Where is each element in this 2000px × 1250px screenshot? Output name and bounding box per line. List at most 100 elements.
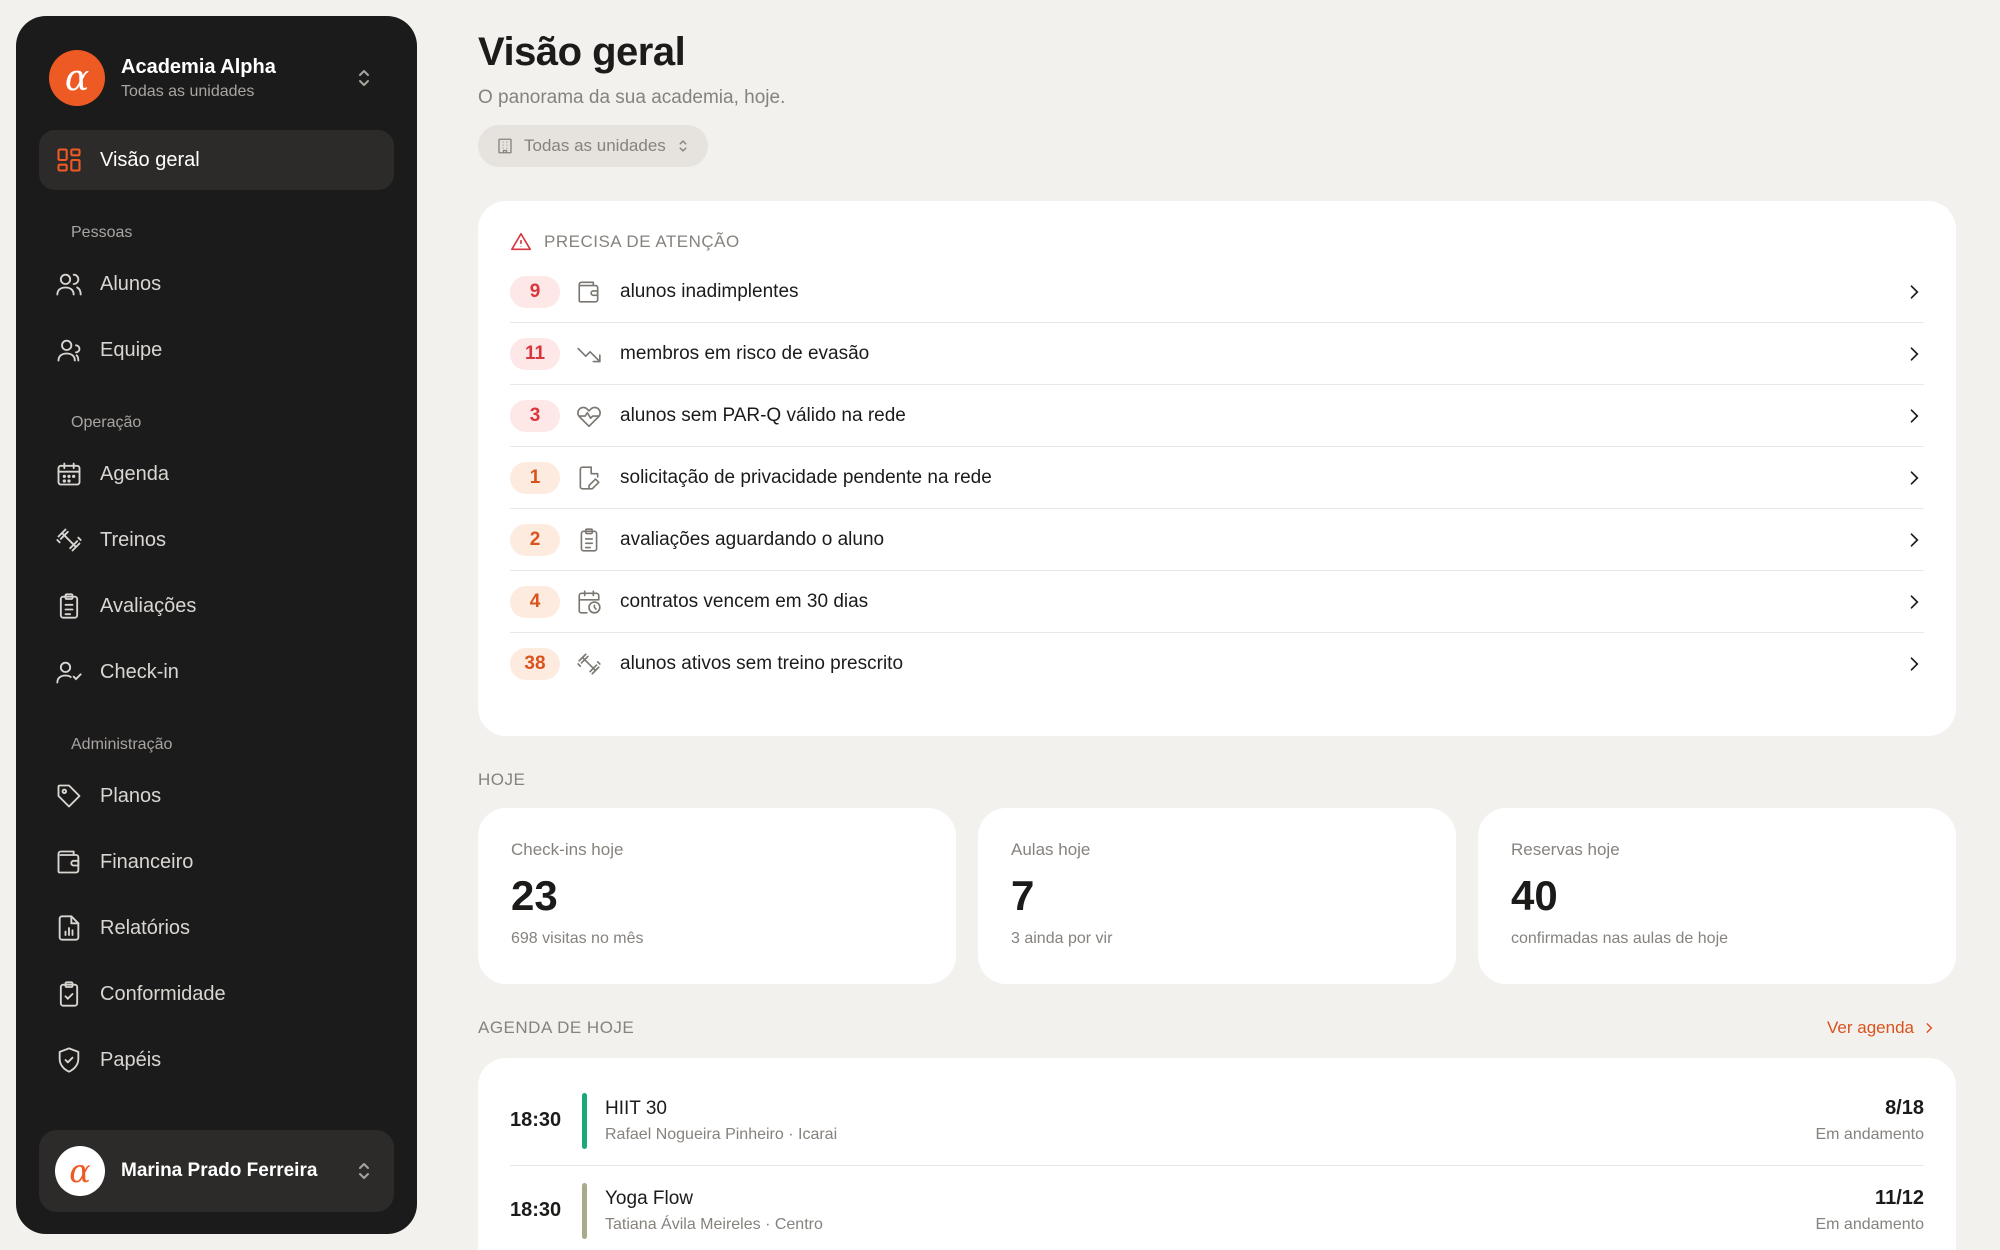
- clipboard-list-icon: [55, 592, 83, 620]
- class-info: Yoga Flow Tatiana Ávila Meireles · Centro: [605, 1188, 1815, 1234]
- stat-sub: 698 visitas no mês: [511, 930, 644, 947]
- nav-section-operation: Operação: [71, 414, 142, 431]
- clipboard-check-icon: [55, 980, 83, 1008]
- nav-item-papeis[interactable]: Papéis: [39, 1030, 394, 1090]
- nav-item-equipe[interactable]: Equipe: [39, 320, 394, 380]
- dumbbell-icon: [576, 651, 602, 677]
- nav-label: Papéis: [100, 1048, 162, 1071]
- sidebar: α Academia Alpha Todas as unidades Visão…: [16, 16, 417, 1234]
- stat-card: Aulas hoje 7 3 ainda por vir: [978, 808, 1456, 984]
- nav-item-alunos[interactable]: Alunos: [39, 254, 394, 314]
- agenda-row[interactable]: 18:30 HIIT 30 Rafael Nogueira Pinheiro · I…: [510, 1076, 1924, 1166]
- trending-down-icon: [576, 341, 602, 367]
- nav-item-conformidade[interactable]: Conformidade: [39, 964, 394, 1024]
- user-group-icon: [55, 336, 83, 364]
- agenda-header: AGENDA DE HOJE Ver agenda: [478, 1018, 1956, 1038]
- nav-item-planos[interactable]: Planos: [39, 766, 394, 826]
- class-occupancy: 8/18 Em andamento: [1815, 1097, 1924, 1144]
- attention-text: solicitação de privacidade pendente na r…: [620, 466, 992, 488]
- stat-value: 23: [511, 872, 558, 919]
- nav-label: Treinos: [100, 528, 166, 551]
- stat-sub: confirmadas nas aulas de hoje: [1511, 930, 1729, 947]
- attention-text: alunos ativos sem treino prescrito: [620, 653, 904, 674]
- chevron-up-down-icon: [679, 140, 687, 152]
- nav-item-financeiro[interactable]: Financeiro: [39, 832, 394, 892]
- attention-row[interactable]: 9 alunos inadimplentes: [510, 261, 1924, 323]
- nav-item-relatorios[interactable]: Relatórios: [39, 898, 394, 958]
- unit-selector[interactable]: Todas as unidades: [478, 125, 708, 167]
- class-color-bar: [582, 1092, 587, 1149]
- class-teacher: Rafael Nogueira Pinheiro · Icarai: [605, 1125, 838, 1143]
- file-chart-icon: [55, 914, 83, 942]
- agenda-label: AGENDA DE HOJE: [478, 1018, 635, 1037]
- class-time: 18:30: [510, 1199, 562, 1221]
- nav-item-overview[interactable]: Visão geral: [39, 130, 394, 190]
- alert-triangle-icon: [511, 232, 531, 251]
- page-subtitle: O panorama da sua academia, hoje.: [478, 87, 786, 108]
- nav-label: Check-in: [100, 660, 179, 683]
- nav-label: Relatórios: [100, 916, 191, 939]
- nav-item-avaliacoes[interactable]: Avaliações: [39, 576, 394, 636]
- stat-label: Aulas hoje: [1011, 840, 1091, 859]
- count-badge: 11: [510, 337, 560, 370]
- nav-label: Conformidade: [100, 982, 226, 1005]
- attention-row[interactable]: 38 alunos ativos sem treino prescrito: [510, 633, 1924, 695]
- stat-value: 40: [1511, 872, 1558, 919]
- calendar-clock-icon: [576, 589, 602, 615]
- view-agenda-link[interactable]: Ver agenda: [1827, 1018, 1936, 1038]
- attention-text: avaliações aguardando o aluno: [620, 528, 885, 550]
- class-color-bar: [582, 1182, 587, 1239]
- count-badge: 1: [510, 461, 560, 494]
- agenda-card: 18:30 HIIT 30 Rafael Nogueira Pinheiro · I…: [478, 1058, 1956, 1250]
- shield-check-icon: [55, 1046, 83, 1074]
- class-teacher: Tatiana Ávila Meireles · Centro: [605, 1215, 823, 1233]
- agenda-row[interactable]: 18:30 Yoga Flow Tatiana Ávila Meireles · C…: [510, 1166, 1924, 1250]
- attention-row[interactable]: 1 solicitação de privacidade pendente na …: [510, 447, 1924, 509]
- attention-row[interactable]: 3 alunos sem PAR-Q válido na rede: [510, 385, 1924, 447]
- today-label: HOJE: [478, 770, 526, 789]
- count-badge: 3: [510, 399, 560, 432]
- file-edit-icon: [576, 465, 602, 491]
- attention-row[interactable]: 4 contratos vencem em 30 dias: [510, 571, 1924, 633]
- chevron-right-icon: [1910, 408, 1919, 423]
- nav-item-treinos[interactable]: Treinos: [39, 510, 394, 570]
- attention-text: contratos vencem em 30 dias: [620, 590, 869, 612]
- class-status: Em andamento: [1815, 1216, 1924, 1233]
- chevron-right-icon: [1910, 657, 1919, 671]
- nav-item-checkin[interactable]: Check-in: [39, 642, 394, 702]
- nav-item-agenda[interactable]: Agenda: [39, 444, 394, 504]
- class-name: Yoga Flow: [605, 1187, 694, 1209]
- stat-label: Reservas hoje: [1511, 840, 1620, 859]
- attention-title: PRECISA DE ATENÇÃO: [544, 232, 740, 251]
- attention-text: alunos sem PAR-Q válido na rede: [620, 404, 906, 426]
- nav-section-admin: Administração: [71, 736, 173, 753]
- dumbbell-icon: [55, 526, 83, 554]
- tag-icon: [55, 782, 83, 810]
- org-switcher[interactable]: α Academia Alpha Todas as unidades: [39, 48, 394, 108]
- count-badge: 4: [510, 585, 560, 618]
- user-menu[interactable]: α Marina Prado Ferreira: [39, 1130, 394, 1212]
- stat-card: Reservas hoje 40 confirmadas nas aulas de …: [1478, 808, 1956, 984]
- class-status: Em andamento: [1815, 1126, 1924, 1143]
- class-time: 18:30: [510, 1109, 562, 1131]
- nav-label: Agenda: [100, 462, 169, 485]
- brand-logo: α: [49, 50, 105, 106]
- dashboard-icon: [55, 146, 83, 174]
- chevron-right-icon: [1910, 346, 1919, 361]
- stat-value: 7: [1011, 872, 1035, 919]
- attention-card: PRECISA DE ATENÇÃO 9 alunos inadimplentes…: [478, 201, 1956, 736]
- chevron-right-icon: [1910, 470, 1919, 485]
- user-check-icon: [55, 658, 83, 686]
- attention-text: membros em risco de evasão: [620, 342, 870, 364]
- page-title: Visão geral: [478, 30, 686, 74]
- nav-label: Planos: [100, 784, 162, 807]
- class-occupancy: 11/12 Em andamento: [1815, 1187, 1924, 1234]
- attention-row[interactable]: 11 membros em risco de evasão: [510, 323, 1924, 385]
- view-agenda-label: Ver agenda: [1827, 1018, 1914, 1037]
- heart-pulse-icon: [576, 403, 602, 429]
- attention-row[interactable]: 2 avaliações aguardando o aluno: [510, 509, 1924, 571]
- nav-label: Alunos: [100, 272, 162, 295]
- chevron-right-icon: [1910, 284, 1919, 299]
- building-icon: [498, 138, 512, 154]
- main-content: Visão geral O panorama da sua academia, …: [478, 30, 1956, 1250]
